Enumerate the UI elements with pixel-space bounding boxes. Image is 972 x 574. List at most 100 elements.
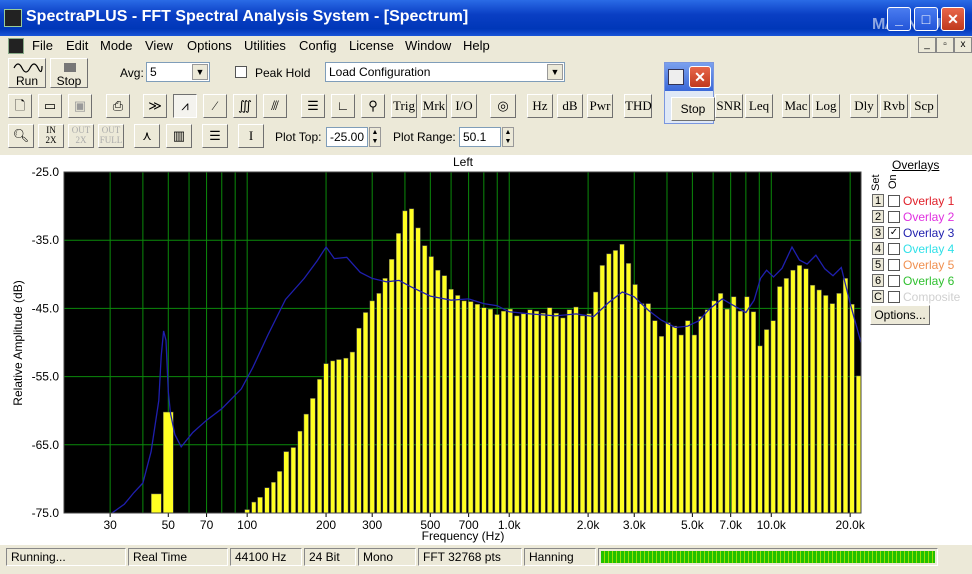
spectrum-bar	[593, 291, 599, 514]
zoom-full-button[interactable]: OUT FULL	[98, 124, 124, 148]
menu-config[interactable]: Config	[299, 38, 337, 53]
overlay-on-checkbox[interactable]	[888, 243, 900, 255]
thd-button[interactable]: THD	[624, 94, 652, 118]
plot-settings-button[interactable]: ☰	[202, 124, 228, 148]
menu-view[interactable]: View	[145, 38, 173, 53]
generator-button[interactable]: ⚲	[361, 94, 385, 118]
stop-popup-button[interactable]: Stop	[671, 97, 715, 121]
bar-mode-button[interactable]: ▥	[166, 124, 192, 148]
scp-button[interactable]: Scp	[910, 94, 938, 118]
spectrum-bar	[455, 295, 461, 514]
spectrum-bar	[428, 256, 434, 514]
close-button[interactable]: ✕	[941, 7, 965, 31]
hz-button[interactable]: Hz	[527, 94, 553, 118]
overlay-on-checkbox[interactable]	[888, 291, 900, 303]
spectrum-bar	[678, 334, 684, 514]
mac-button[interactable]: Mac	[782, 94, 810, 118]
spectrum-bar	[639, 303, 645, 514]
spectrum-bar	[737, 310, 743, 514]
options-button[interactable]: Options...	[870, 305, 930, 325]
spectrum-bar	[783, 278, 789, 514]
dly-button[interactable]: Dly	[850, 94, 878, 118]
peak-hold-checkbox[interactable]	[235, 66, 247, 78]
run-button[interactable]: Run	[8, 58, 46, 88]
plot-top-input[interactable]: -25.00	[326, 127, 368, 147]
overlay-set-button[interactable]: 1	[872, 194, 884, 207]
overlay-on-checkbox[interactable]	[888, 195, 900, 207]
status-bar: Running... Real Time 44100 Hz 24 Bit Mon…	[0, 546, 972, 568]
overlay-on-checkbox[interactable]	[888, 211, 900, 223]
open-file-button[interactable]: ▭	[38, 94, 62, 118]
level-meter	[598, 548, 938, 566]
db-button[interactable]: dB	[557, 94, 583, 118]
spectrum-chart[interactable]: -25.0 -35.0 -45.0 -55.0 -65.0 -75.0 30 50 70 100 2…	[0, 155, 868, 545]
trig-button[interactable]: Trig	[391, 94, 417, 118]
y-tick-label: -25.0	[32, 165, 60, 179]
filter-button[interactable]: ≫	[143, 94, 167, 118]
print-button[interactable]: ⎙	[106, 94, 130, 118]
mdi-restore-button[interactable]: ▫	[936, 37, 954, 53]
zoom-button[interactable]: 🔍︎	[8, 124, 34, 148]
menu-license[interactable]: License	[349, 38, 394, 53]
run-label: Run	[15, 74, 38, 88]
save-button[interactable]: ▣	[68, 94, 92, 118]
rvb-button[interactable]: Rvb	[880, 94, 908, 118]
pwr-button[interactable]: Pwr	[587, 94, 613, 118]
plot-range-input[interactable]: 50.1	[459, 127, 501, 147]
scale-button[interactable]: ∟	[331, 94, 355, 118]
menu-options[interactable]: Options	[187, 38, 232, 53]
line-mode-button[interactable]: ⋏	[134, 124, 160, 148]
snr-button[interactable]: SNR	[715, 94, 743, 118]
plot-range-spinner[interactable]: ▲ ▼	[502, 127, 514, 147]
overlay-on-checkbox[interactable]	[888, 259, 900, 271]
menu-utilities[interactable]: Utilities	[244, 38, 286, 53]
mdi-minimize-button[interactable]: _	[918, 37, 936, 53]
log-button[interactable]: Log	[812, 94, 840, 118]
chevron-down-icon[interactable]: ▼	[547, 64, 563, 80]
scale-limits-button[interactable]: I	[238, 124, 264, 148]
time-series-button[interactable]: ∕	[203, 94, 227, 118]
3d-surface-button[interactable]: ⫻	[263, 94, 287, 118]
toolbar-run: Run Stop Avg: 5 ▼ Peak Hold Load Configu…	[0, 56, 972, 90]
spectrum-bar	[599, 265, 605, 514]
chevron-down-icon[interactable]: ▼	[192, 64, 208, 80]
leq-button[interactable]: Leq	[745, 94, 773, 118]
stop-button[interactable]: Stop	[50, 58, 88, 88]
overlay-on-checkbox[interactable]	[888, 275, 900, 287]
sine-generator-button[interactable]: ◎	[490, 94, 516, 118]
x-tick-label: 50	[162, 518, 176, 532]
menu-window[interactable]: Window	[405, 38, 451, 53]
y-tick-label: -45.0	[32, 301, 60, 315]
minimize-button[interactable]: _	[887, 7, 911, 31]
overlay-set-button[interactable]: 5	[872, 258, 884, 271]
configuration-select[interactable]: Load Configuration ▼	[325, 62, 565, 82]
new-file-button[interactable]: 🗋	[8, 94, 32, 118]
menu-edit[interactable]: Edit	[66, 38, 88, 53]
settings-button[interactable]: ☰	[301, 94, 325, 118]
overlay-set-button[interactable]: 6	[872, 274, 884, 287]
menu-help[interactable]: Help	[463, 38, 490, 53]
spectrum-bar	[540, 312, 546, 514]
plot-top-spinner[interactable]: ▲ ▼	[369, 127, 381, 147]
overlay-set-button[interactable]: 4	[872, 242, 884, 255]
overlay-set-button[interactable]: 3	[872, 226, 884, 239]
phase-button[interactable]: ∭	[233, 94, 257, 118]
document-icon[interactable]	[8, 38, 24, 54]
zoom-in-button[interactable]: IN 2X	[38, 124, 64, 148]
menu-file[interactable]: File	[32, 38, 53, 53]
overlay-on-checkbox[interactable]: ✓	[888, 227, 900, 239]
avg-label: Avg:	[120, 66, 144, 80]
zoom-out-button[interactable]: OUT 2X	[68, 124, 94, 148]
avg-select[interactable]: 5 ▼	[146, 62, 210, 82]
overlay-label: Overlay 2	[903, 210, 955, 224]
plot-range-value: 50.1	[463, 130, 487, 144]
close-icon[interactable]: ✕	[689, 66, 711, 88]
menu-mode[interactable]: Mode	[100, 38, 133, 53]
mrk-button[interactable]: Mrk	[421, 94, 447, 118]
overlay-set-button[interactable]: C	[872, 290, 884, 303]
spectrum-button[interactable]: ⩘	[173, 94, 197, 118]
maximize-button[interactable]: □	[914, 7, 938, 31]
mdi-close-button[interactable]: x	[954, 37, 972, 53]
io-button[interactable]: I/O	[451, 94, 477, 118]
overlay-set-button[interactable]: 2	[872, 210, 884, 223]
